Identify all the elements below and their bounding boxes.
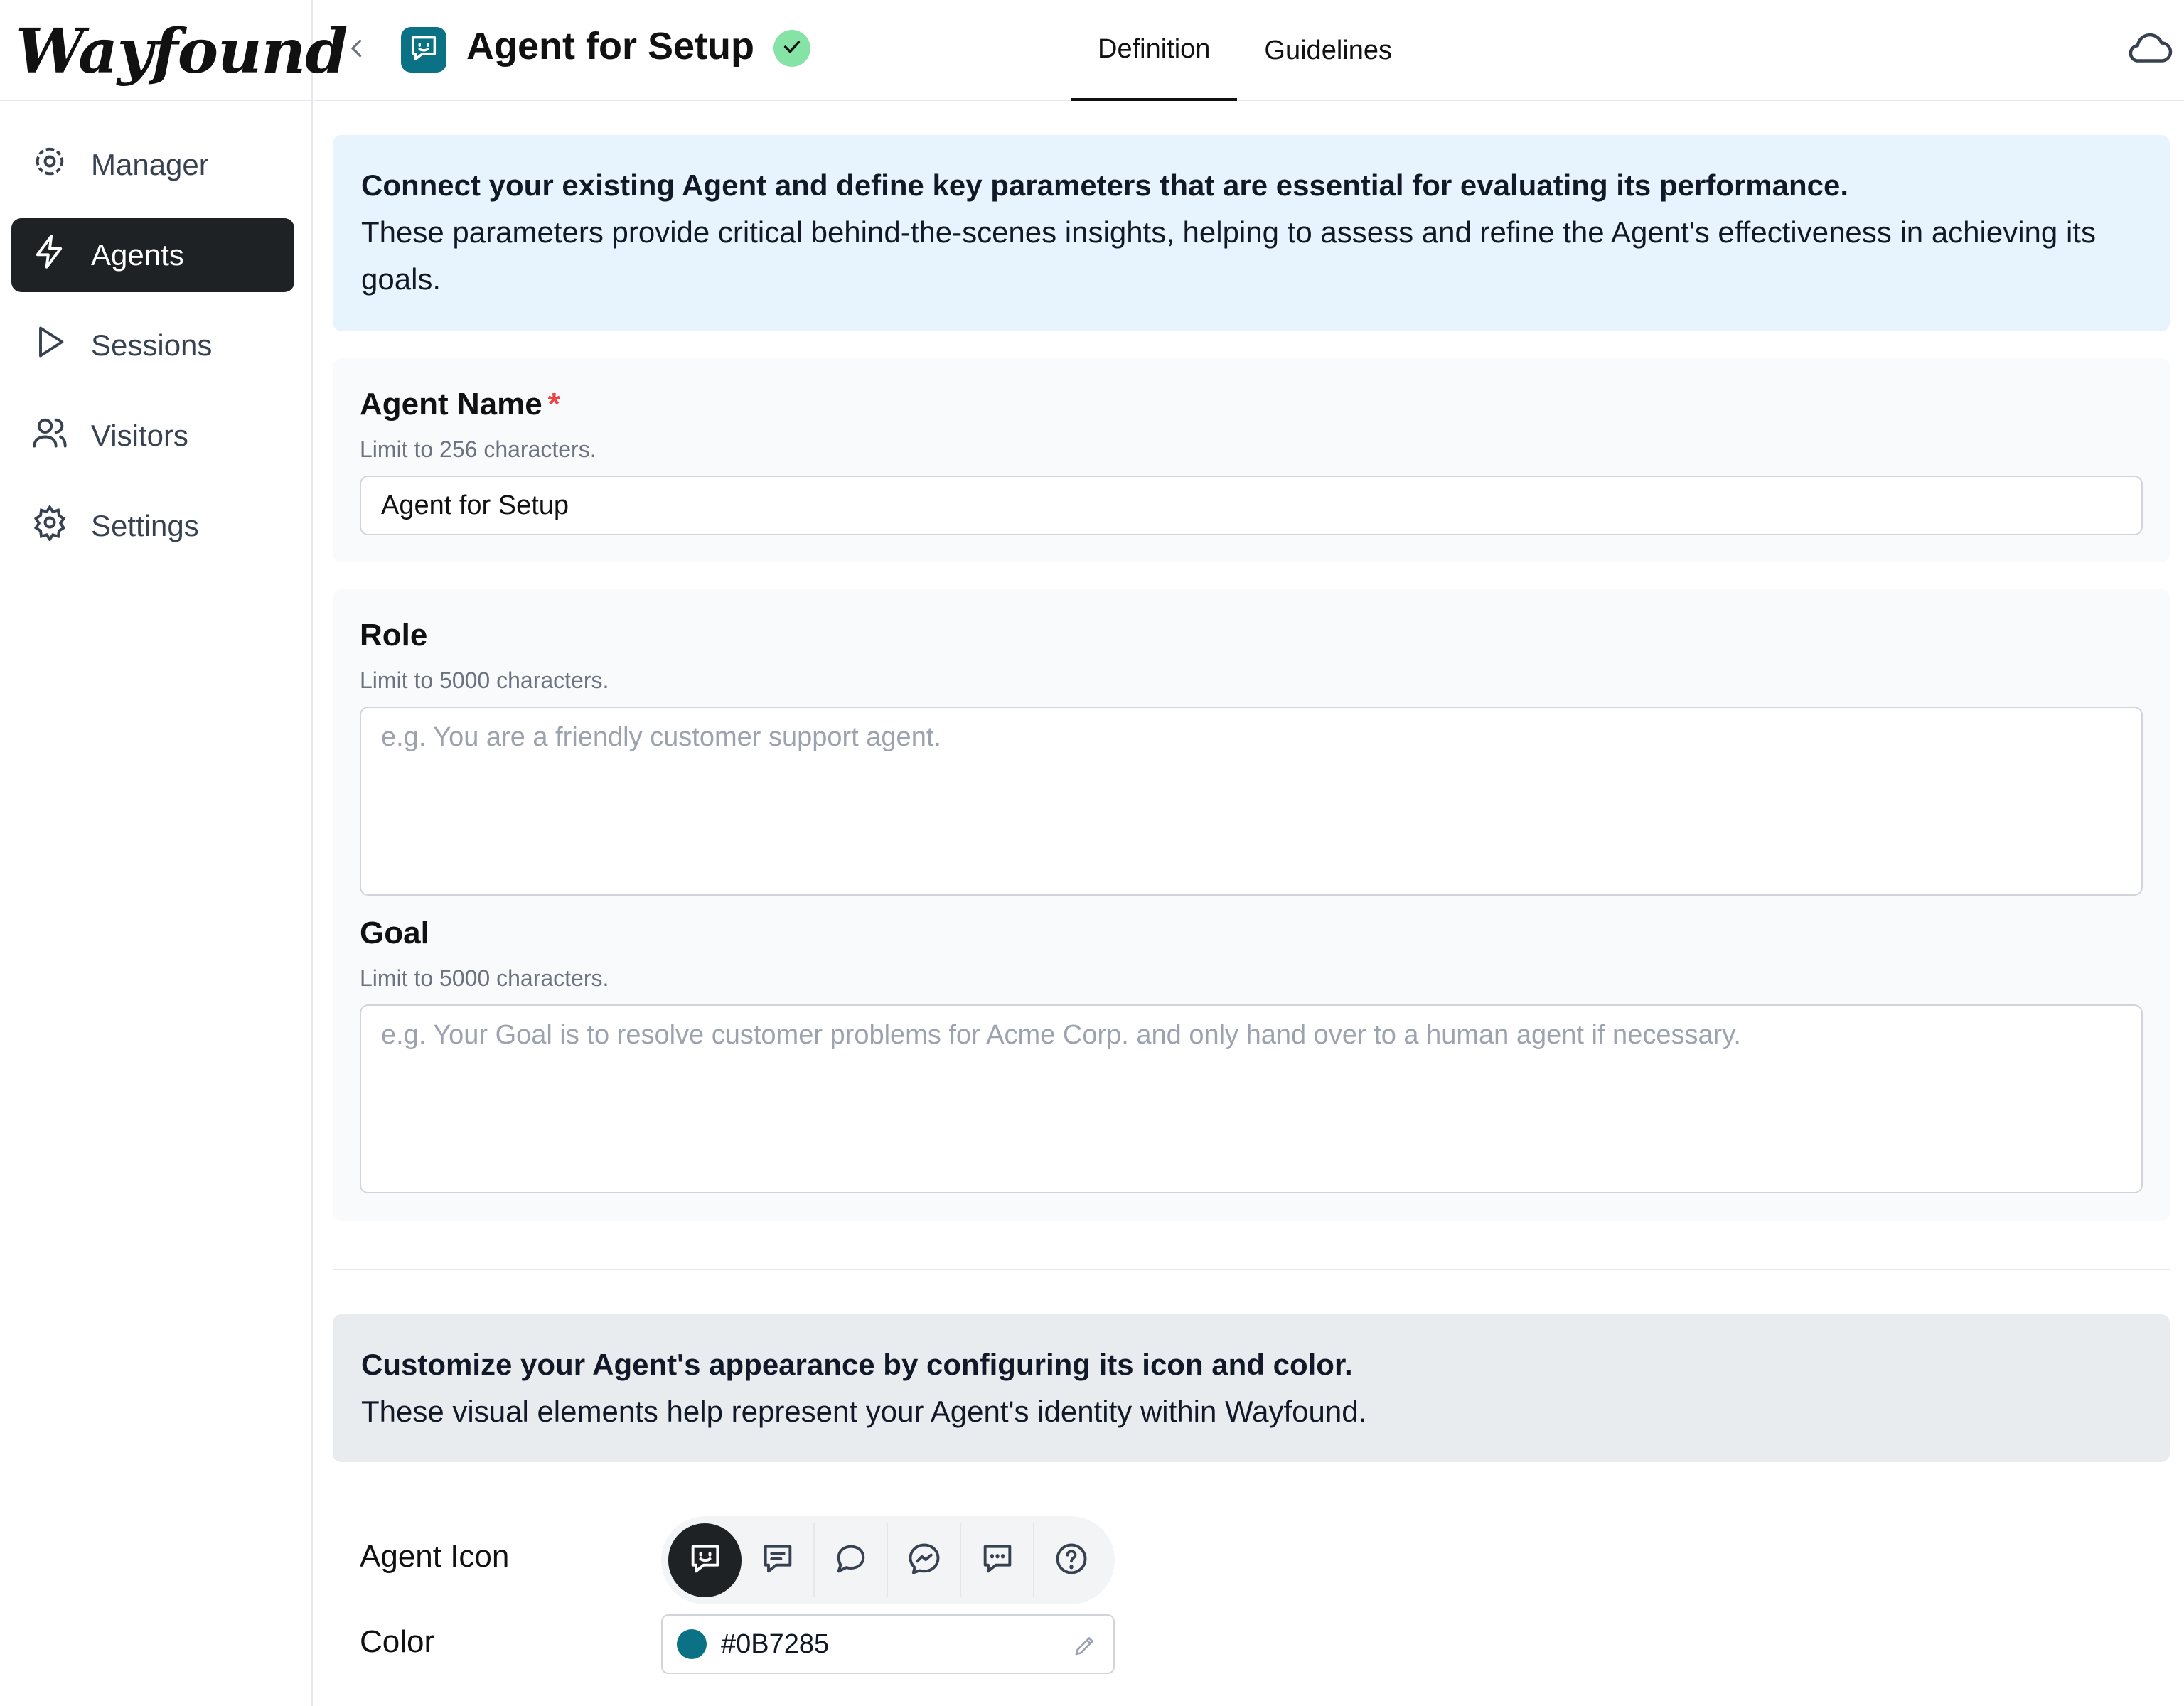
chat-smile-icon [687,1540,724,1581]
sidebar: Wayfound Manager Agents Sessions Visitor… [0,0,348,1706]
agent-name-input[interactable]: Agent for Setup [360,476,2143,535]
role-hint: Limit to 5000 characters. [360,667,609,693]
agent-icon-row: Agent Icon [333,1515,2170,1614]
icon-option-messenger[interactable] [888,1523,961,1597]
bolt-icon [31,233,91,277]
sidebar-item-manager[interactable]: Manager [11,128,294,202]
goal-label: Goal [360,916,429,950]
agent-name-label-text: Agent Name [360,387,542,422]
tab-bar: Definition Guidelines [1071,0,1419,101]
icon-picker [661,1516,1115,1604]
messenger-icon [906,1540,943,1581]
color-row: Color #0B7285 [333,1614,2170,1706]
icon-option-chat-bubble[interactable] [815,1523,888,1597]
agent-name-hint: Limit to 256 characters. [360,436,596,462]
goal-hint: Limit to 5000 characters. [360,965,609,991]
color-swatch[interactable] [677,1629,707,1659]
icon-option-chat-smile[interactable] [668,1523,742,1597]
manager-icon [31,143,91,187]
agent-avatar [401,27,446,73]
color-label: Color [360,1624,435,1659]
sidebar-item-label: Agents [91,238,184,272]
goal-textarea[interactable]: e.g. Your Goal is to resolve customer pr… [360,1004,2143,1193]
chat-dots-icon [979,1540,1016,1581]
users-icon [31,414,91,458]
appearance-banner: Customize your Agent's appearance by con… [333,1314,2170,1462]
sidebar-item-label: Sessions [91,328,213,362]
intro-title: Connect your existing Agent and define k… [361,168,1849,202]
tab-guidelines[interactable]: Guidelines [1237,0,1419,101]
sidebar-item-visitors[interactable]: Visitors [11,399,294,473]
appearance-title: Customize your Agent's appearance by con… [361,1348,1353,1381]
cloud-icon[interactable] [2124,27,2174,70]
logo[interactable]: Wayfound [16,9,348,94]
chat-lines-icon [759,1540,796,1581]
color-value: #0B7285 [721,1629,830,1659]
back-button[interactable] [336,28,378,71]
icon-option-help[interactable] [1034,1523,1108,1597]
section-divider [333,1269,2170,1270]
agent-name-label: Agent Name * [360,387,2143,422]
role-goal-card: Role Limit to 5000 characters. e.g. You … [333,589,2170,1221]
chevron-left-icon [344,36,370,65]
sidebar-nav: Manager Agents Sessions Visitors Setting… [11,128,294,579]
sidebar-item-label: Visitors [91,419,188,452]
sidebar-item-settings[interactable]: Settings [11,489,294,563]
required-mark: * [547,387,560,422]
sidebar-item-agents[interactable]: Agents [11,218,294,292]
agent-icon-label: Agent Icon [360,1539,510,1574]
check-icon [781,36,803,62]
icon-option-chat-lines[interactable] [742,1523,815,1597]
gear-icon [31,504,91,548]
play-icon [31,323,91,368]
appearance-body: These visual elements help represent you… [361,1395,1367,1428]
sidebar-divider [0,100,313,101]
sidebar-item-sessions[interactable]: Sessions [11,309,294,382]
role-label: Role [360,618,428,653]
icon-option-chat-dots[interactable] [961,1523,1034,1597]
intro-body: These parameters provide critical behind… [361,215,2096,296]
intro-banner: Connect your existing Agent and define k… [333,135,2170,331]
header: Agent for Setup Definition Guidelines [314,0,2184,101]
role-textarea[interactable]: e.g. You are a friendly customer support… [360,707,2143,896]
main-content: Connect your existing Agent and define k… [333,135,2170,1706]
page-title: Agent for Setup [466,25,754,68]
sidebar-item-label: Manager [91,148,209,181]
agent-name-card: Agent Name * Limit to 256 characters. Age… [333,358,2170,562]
sidebar-item-label: Settings [91,509,199,542]
color-input[interactable]: #0B7285 [661,1614,1115,1674]
tab-definition[interactable]: Definition [1071,0,1238,101]
help-circle-icon [1053,1540,1090,1581]
chat-smile-icon [407,32,440,68]
pencil-icon[interactable] [1072,1633,1098,1658]
chat-bubble-icon [833,1540,869,1581]
status-badge [774,30,810,67]
